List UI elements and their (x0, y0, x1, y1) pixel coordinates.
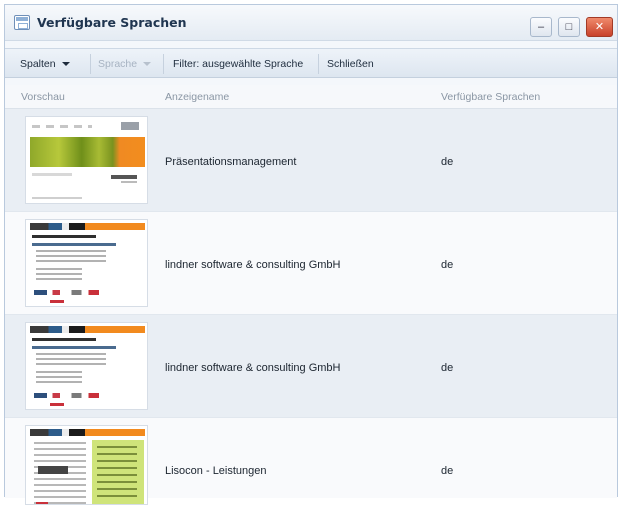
languages-cell: de (441, 259, 454, 271)
display-name-cell: Präsentationsmanagement (165, 156, 297, 168)
title-bar: Verfügbare Sprachen – □ ✕ (5, 5, 617, 41)
preview-thumbnail (25, 425, 148, 505)
display-name-cell: lindner software & consulting GmbH (165, 259, 341, 271)
dialog-window: Verfügbare Sprachen – □ ✕ Spalten Sprach… (4, 4, 618, 505)
display-name-cell: lindner software & consulting GmbH (165, 362, 341, 374)
table-row[interactable]: lindner software & consulting GmbH de (5, 212, 617, 315)
languages-cell: de (441, 465, 454, 477)
table-row[interactable]: Präsentationsmanagement de (5, 109, 617, 212)
minimize-button[interactable]: – (530, 17, 552, 37)
close-icon: ✕ (594, 21, 605, 33)
column-header-preview[interactable]: Vorschau (21, 91, 65, 103)
languages-cell: de (441, 362, 454, 374)
table-row[interactable]: lindner software & consulting GmbH de (5, 315, 617, 418)
column-header-available-languages[interactable]: Verfügbare Sprachen (441, 91, 540, 103)
close-button[interactable]: ✕ (586, 17, 613, 37)
preview-thumbnail (25, 219, 148, 307)
table-row[interactable]: Lisocon - Leistungen de (5, 418, 617, 505)
window-title: Verfügbare Sprachen (37, 15, 187, 30)
language-label: Sprache (98, 58, 138, 70)
display-name-cell: Lisocon - Leistungen (165, 465, 267, 477)
column-header-display-name[interactable]: Anzeigename (165, 91, 229, 103)
language-menu[interactable]: Sprache (98, 58, 152, 70)
maximize-button[interactable]: □ (558, 17, 580, 37)
columns-label: Spalten (20, 58, 56, 70)
columns-menu[interactable]: Spalten (20, 58, 70, 70)
preview-thumbnail (25, 322, 148, 410)
toolbar-divider (90, 54, 91, 74)
toolbar: Spalten Sprache Filter: ausgewählte Spra… (5, 48, 617, 78)
preview-thumbnail (25, 116, 148, 204)
maximize-icon: □ (565, 21, 573, 33)
window-icon (14, 15, 30, 30)
minimize-icon: – (537, 21, 545, 33)
toolbar-divider (318, 54, 319, 74)
filter-selected-language-button[interactable]: Filter: ausgewählte Sprache (173, 58, 303, 70)
chevron-down-icon (61, 62, 70, 67)
languages-cell: de (441, 156, 454, 168)
table-header: Vorschau Anzeigename Verfügbare Sprachen (5, 85, 617, 109)
close-toolbar-button[interactable]: Schließen (327, 58, 374, 70)
toolbar-divider (163, 54, 164, 74)
chevron-down-icon (143, 62, 152, 67)
